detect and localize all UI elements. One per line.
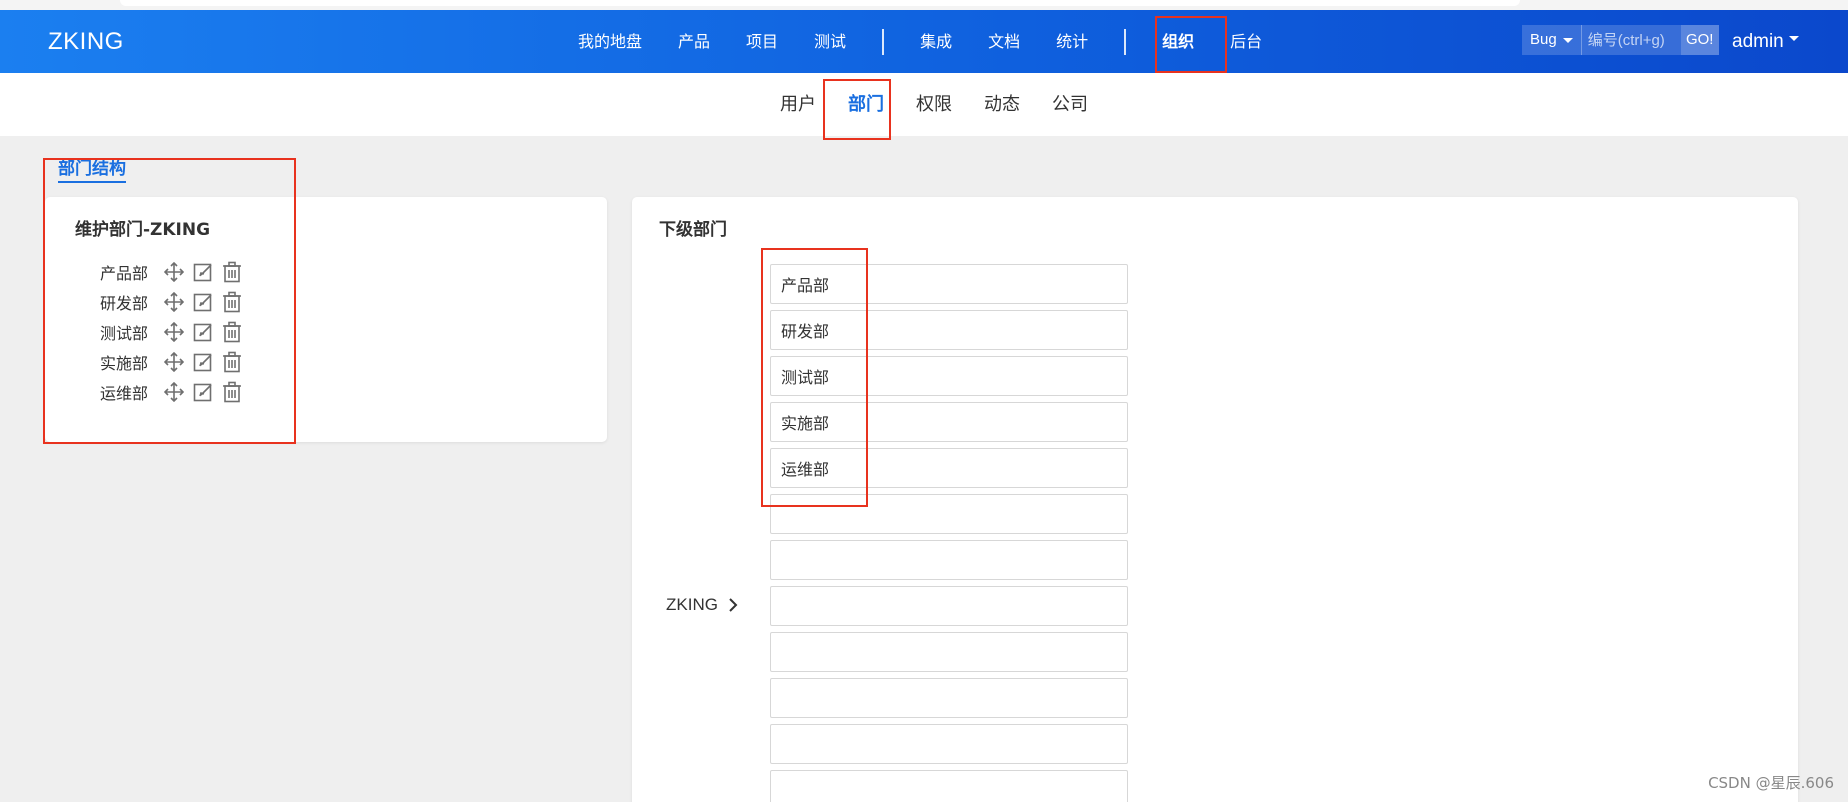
search-go-button[interactable]: GO!: [1680, 25, 1719, 55]
tab-departments[interactable]: 部门: [832, 73, 900, 136]
search-type-select[interactable]: Bug: [1522, 25, 1581, 55]
subnav-tabs: 用户 部门 权限 动态 公司: [764, 73, 1104, 136]
edit-icon[interactable]: [192, 291, 214, 313]
edit-icon[interactable]: [192, 351, 214, 373]
search-type-label: Bug: [1530, 31, 1557, 48]
page-title: 部门结构: [58, 154, 126, 183]
browser-tab-edge: [120, 0, 1520, 6]
app-logo[interactable]: ZKING: [48, 10, 124, 73]
nav-item-docs[interactable]: 文档: [970, 10, 1038, 73]
child-department-input[interactable]: [770, 586, 1128, 626]
nav-item-my-dashboard[interactable]: 我的地盘: [560, 10, 660, 73]
tree-node-label[interactable]: 实施部: [100, 350, 163, 374]
tree-node: 产品部: [100, 257, 250, 287]
root-department-name: ZKING: [666, 595, 718, 614]
child-department-input[interactable]: [770, 264, 1128, 304]
edit-icon[interactable]: [192, 381, 214, 403]
nav-item-test[interactable]: 测试: [796, 10, 864, 73]
nav-item-admin[interactable]: 后台: [1212, 10, 1280, 73]
child-department-input[interactable]: [770, 494, 1128, 534]
tree-node: 实施部: [100, 347, 250, 377]
move-icon[interactable]: [163, 261, 185, 283]
trash-icon[interactable]: [221, 261, 243, 283]
chevron-right-icon: [729, 598, 738, 612]
tree-node-label[interactable]: 运维部: [100, 380, 163, 404]
child-department-input[interactable]: [770, 310, 1128, 350]
quick-search: Bug GO!: [1522, 25, 1719, 55]
tab-permissions[interactable]: 权限: [900, 73, 968, 136]
nav-divider: [1124, 28, 1127, 55]
nav-divider: [882, 28, 885, 55]
sub-nav: 用户 部门 权限 动态 公司: [0, 73, 1848, 136]
move-icon[interactable]: [163, 381, 185, 403]
trash-icon[interactable]: [221, 381, 243, 403]
main-nav: 我的地盘 产品 项目 测试 集成 文档 统计 组织 后台: [560, 10, 1280, 73]
move-icon[interactable]: [163, 351, 185, 373]
tab-users[interactable]: 用户: [764, 73, 832, 136]
nav-item-stats[interactable]: 统计: [1038, 10, 1106, 73]
tree-node-label[interactable]: 研发部: [100, 290, 163, 314]
child-department-input[interactable]: [770, 402, 1128, 442]
tree-node-label[interactable]: 测试部: [100, 320, 163, 344]
root-department[interactable]: ZKING: [666, 595, 738, 615]
edit-icon[interactable]: [192, 261, 214, 283]
trash-icon[interactable]: [221, 291, 243, 313]
department-tree: 产品部研发部测试部实施部运维部: [100, 257, 250, 407]
tree-node: 研发部: [100, 287, 250, 317]
sub-department-panel: 下级部门 ZKING: [632, 197, 1798, 802]
child-department-input[interactable]: [770, 540, 1128, 580]
child-department-input[interactable]: [770, 770, 1128, 802]
top-navbar: ZKING 我的地盘 产品 项目 测试 集成 文档 统计 组织 后台 Bug G…: [0, 10, 1848, 73]
move-icon[interactable]: [163, 291, 185, 313]
child-department-input[interactable]: [770, 356, 1128, 396]
move-icon[interactable]: [163, 321, 185, 343]
child-department-input[interactable]: [770, 678, 1128, 718]
user-name: admin: [1732, 31, 1784, 52]
department-tree-panel: 维护部门-ZKING 产品部研发部测试部实施部运维部: [45, 197, 607, 442]
tree-node: 运维部: [100, 377, 250, 407]
trash-icon[interactable]: [221, 321, 243, 343]
nav-item-organization[interactable]: 组织: [1144, 10, 1212, 73]
chevron-down-icon: [1788, 36, 1799, 41]
user-menu[interactable]: admin: [1732, 10, 1799, 73]
panel-title: 维护部门-ZKING: [75, 220, 211, 240]
trash-icon[interactable]: [221, 351, 243, 373]
nav-item-project[interactable]: 项目: [728, 10, 796, 73]
nav-item-integration[interactable]: 集成: [902, 10, 970, 73]
browser-top-strip: [0, 0, 1848, 10]
tree-node-label[interactable]: 产品部: [100, 260, 163, 284]
watermark: CSDN @星辰.606: [1708, 774, 1834, 792]
panel-title: 下级部门: [659, 220, 727, 240]
edit-icon[interactable]: [192, 321, 214, 343]
child-department-input[interactable]: [770, 632, 1128, 672]
tab-company[interactable]: 公司: [1036, 73, 1104, 136]
tree-node: 测试部: [100, 317, 250, 347]
tab-activity[interactable]: 动态: [968, 73, 1036, 136]
chevron-down-icon: [1562, 37, 1573, 43]
child-department-list: [770, 264, 1128, 802]
nav-item-product[interactable]: 产品: [660, 10, 728, 73]
search-input[interactable]: [1580, 25, 1681, 55]
child-department-input[interactable]: [770, 448, 1128, 488]
child-department-input[interactable]: [770, 724, 1128, 764]
